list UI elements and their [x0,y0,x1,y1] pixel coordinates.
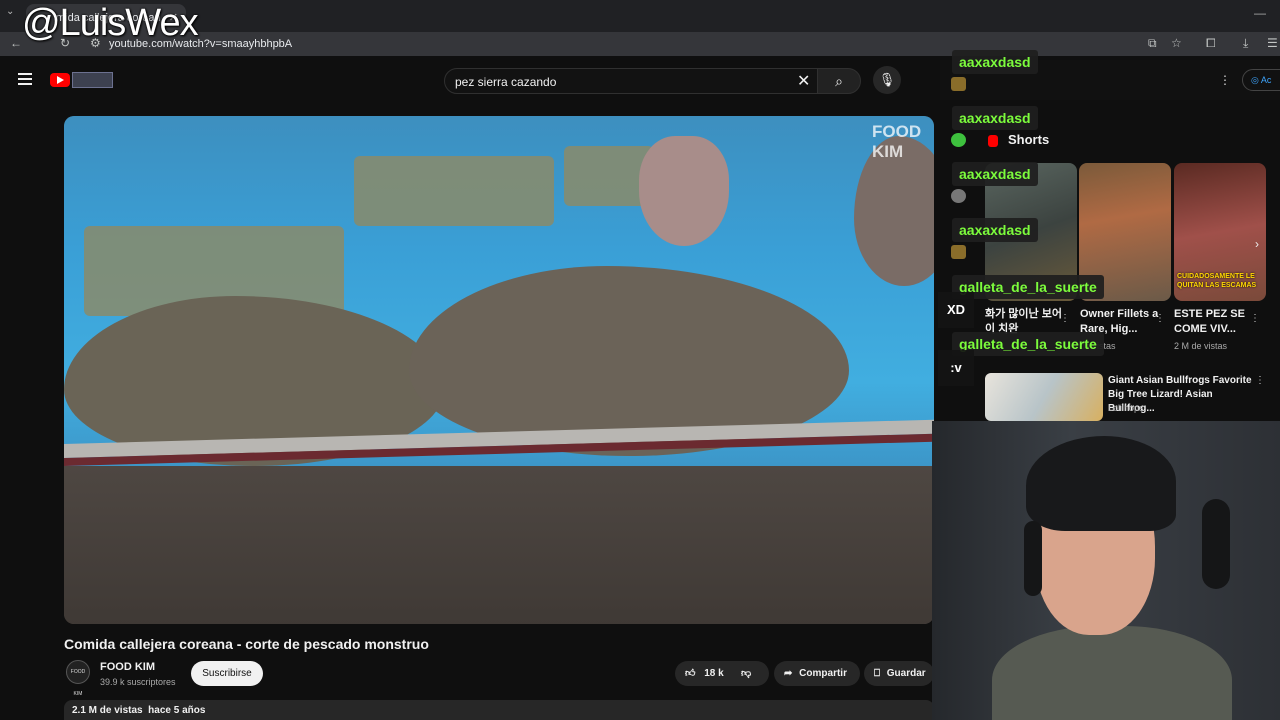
upload-age: hace 5 años [148,705,206,716]
short-title[interactable]: ESTE PEZ SE COME VIV... [1174,307,1256,337]
tank-grate [354,156,554,226]
more-options-icon[interactable]: ⋮ [1255,375,1265,386]
like-icon: 👍︎ [685,668,696,679]
search-icon: ⌕ [835,73,843,89]
browser-menu-icon[interactable]: ☰ [1267,36,1278,50]
minimize-icon[interactable]: — [1254,6,1266,20]
view-count: 2.1 M de vistas [72,705,143,716]
chat-username: aaxaxdasd [952,218,1038,242]
search-button[interactable]: ⌕ [817,68,861,94]
like-button[interactable]: 👍︎ 18 k 👎︎ [675,661,769,686]
chat-username: aaxaxdasd [952,106,1038,130]
back-icon[interactable]: ← [10,36,22,50]
like-count: 18 k [704,668,724,679]
youtube-logo[interactable] [50,73,70,87]
clear-icon[interactable]: ✕ [797,71,810,91]
chat-emote-icon [951,133,966,147]
channel-avatar[interactable]: FOOD KIM [66,660,90,697]
more-options-icon[interactable]: ⋮ [1219,73,1231,87]
streamer-hair [1026,436,1176,531]
share-label: Compartir [799,668,847,679]
recommended-thumbnail[interactable] [985,373,1103,421]
recommended-channel[interactable]: Lolilhops [1108,403,1144,413]
share-button[interactable]: ➦ Compartir [774,661,860,686]
streamer-handle: @LuisWex [22,2,199,44]
cast-icon[interactable]: ⧉ [1148,36,1157,51]
more-options-icon[interactable]: ⋮ [1250,313,1260,324]
star-icon[interactable]: ☆ [1171,36,1182,50]
chat-message: XD [938,292,974,328]
chat-username: aaxaxdasd [952,162,1038,186]
dislike-icon[interactable]: 👎︎ [741,661,751,686]
more-options-icon[interactable]: ⋮ [1060,313,1070,324]
video-title: Comida callejera coreana - corte de pesc… [64,636,429,652]
search-input[interactable]: pez sierra cazando [444,68,824,94]
chat-badge-icon [951,189,966,203]
save-button[interactable]: ⎕ Guardar [864,661,934,686]
chat-username: aaxaxdasd [952,50,1038,74]
extensions-icon[interactable]: ⧠ [1206,36,1216,51]
chevron-right-icon[interactable]: › [1255,237,1259,251]
download-icon[interactable]: ⤓ [1243,36,1248,51]
shorts-heading: Shorts [1008,132,1050,147]
webcam-overlay [932,421,1280,720]
chat-badge-icon [951,77,966,91]
mic-icon[interactable]: 🎙 [873,66,901,94]
chat-message: :v [938,350,974,386]
chat-username: galleta_de_la_suerte [952,332,1104,356]
share-icon: ➦ [784,668,793,679]
menu-icon[interactable] [18,73,32,85]
save-label: Guardar [886,668,926,679]
tank-front [64,466,934,624]
short-thumb-caption: CUIDADOSAMENTE LE QUITAN LAS ESCAMAS [1177,273,1257,289]
short-views: 2 M de vistas [1174,341,1228,351]
headphone-icon [1202,499,1230,589]
youtube-masthead: pez sierra cazando ✕ ⌕ 🎙 [0,56,940,104]
subscribe-button[interactable]: Suscribirse [191,661,263,686]
sign-in-label: Ac [1260,75,1272,85]
subscriber-count: 39.9 k suscriptores [100,677,176,687]
description-box[interactable]: 2.1 M de vistas hace 5 años [64,700,934,720]
chat-username: galleta_de_la_suerte [952,275,1104,299]
account-icon: ◎ [1251,75,1259,85]
fish-face [639,136,729,246]
chat-badge-icon [951,245,966,259]
channel-name[interactable]: FOOD KIM [100,661,155,673]
more-options-icon[interactable]: ⋮ [1155,313,1165,324]
headphone-icon [1024,521,1042,596]
short-thumbnail[interactable]: CUIDADOSAMENTE LE QUITAN LAS ESCAMAS [1174,163,1266,301]
youtube-doodle[interactable] [72,72,113,88]
video-player[interactable]: FOOD KIM [64,116,934,624]
bookmark-icon: ⎕ [874,668,880,679]
tab-search-icon[interactable]: ⌄ [6,6,14,17]
shorts-icon [988,135,998,147]
sign-in-button[interactable]: ◎ Ac [1242,69,1280,91]
streamer-body [992,626,1232,720]
video-watermark: FOOD KIM [872,122,922,161]
